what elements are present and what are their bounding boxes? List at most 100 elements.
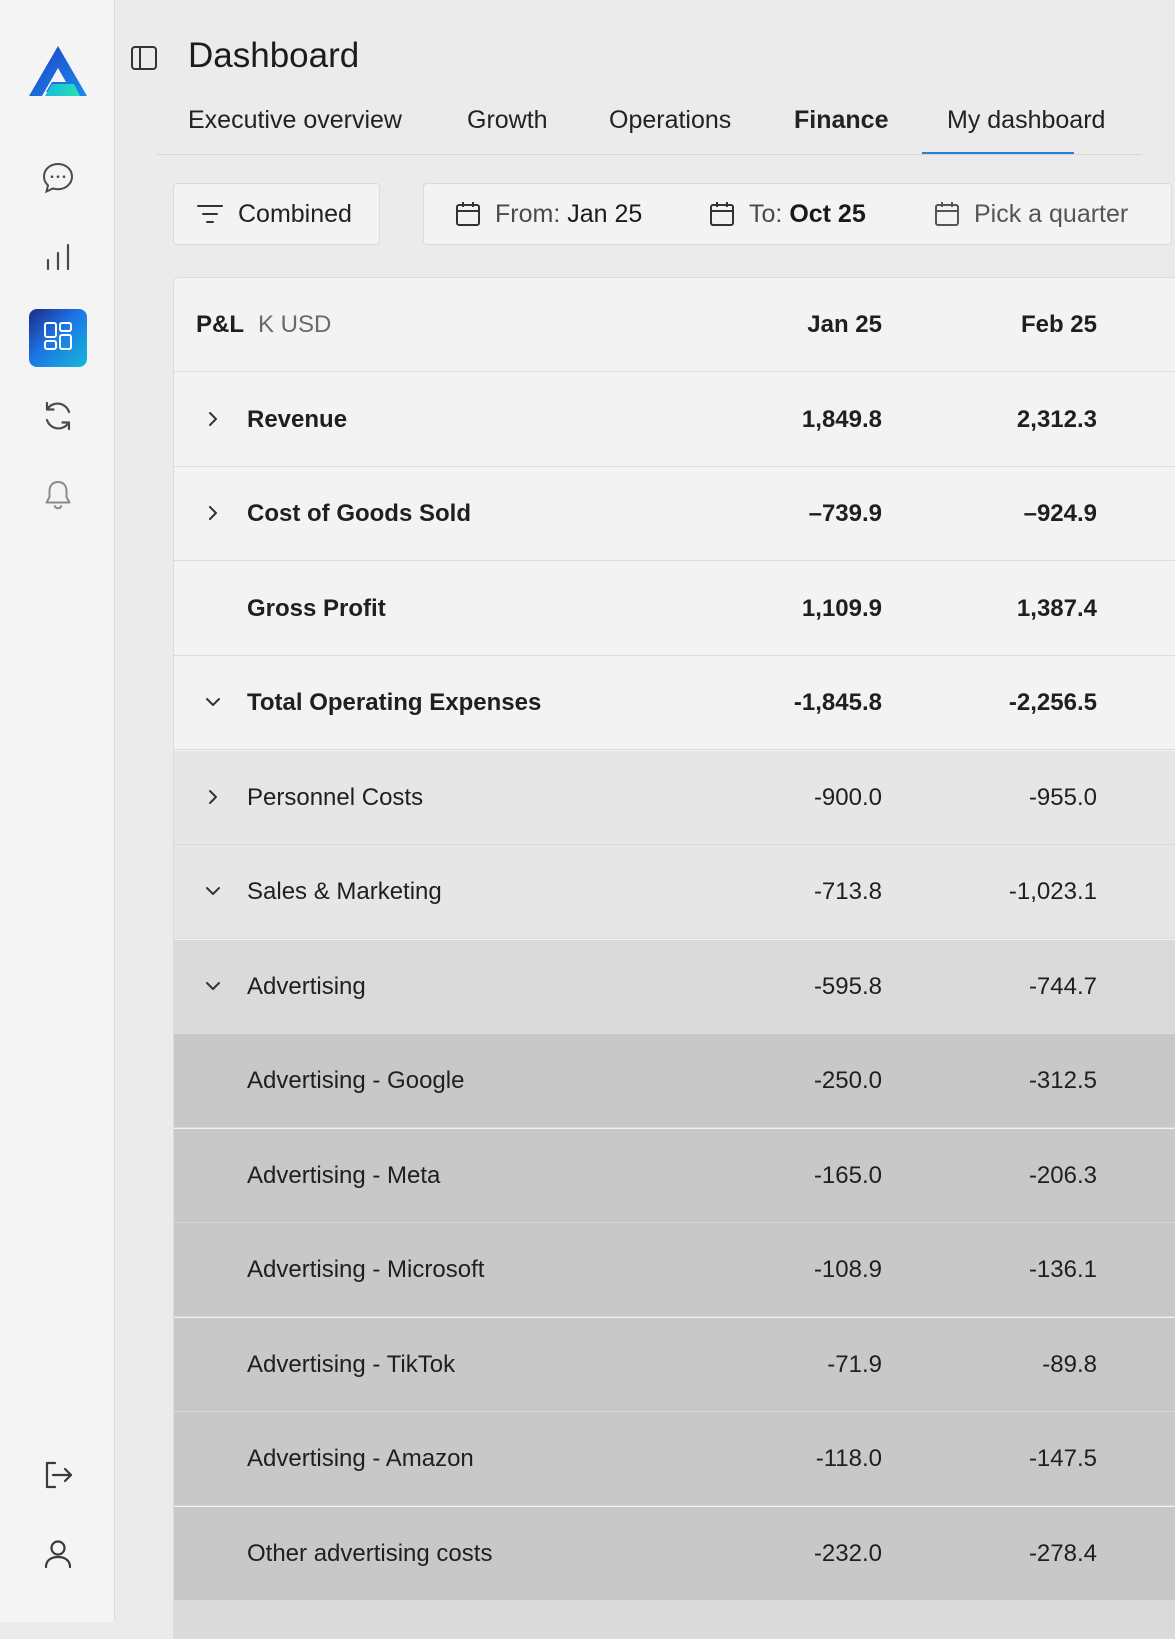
table-row: Advertising - TikTok -71.9 -89.8: [174, 1317, 1175, 1412]
sidebar-item-dashboards[interactable]: [29, 309, 87, 367]
table-row[interactable]: Advertising -595.8 -744.7: [174, 939, 1175, 1034]
table-row[interactable]: Sales & Marketing -713.8 -1,023.1: [174, 845, 1175, 939]
cell-value: -206.3: [1028, 1161, 1097, 1189]
cell-value: -278.4: [1028, 1539, 1097, 1567]
cell-value: 1,387.4: [1016, 594, 1097, 622]
cell-value: –924.9: [1023, 500, 1097, 527]
quarter-placeholder: Pick a quarter: [974, 199, 1129, 228]
cell-value: -118.0: [815, 1445, 882, 1472]
cell-value: -108.9: [813, 1256, 882, 1283]
row-label: Other advertising costs: [247, 1539, 493, 1567]
to-value: Oct 25: [789, 199, 866, 228]
cell-value: -955.0: [1028, 783, 1097, 811]
row-label: Advertising - Amazon: [247, 1445, 474, 1472]
chevron-down-icon[interactable]: [202, 975, 224, 997]
cell-value: 1,109.9: [801, 594, 882, 622]
sync-icon: [41, 399, 75, 438]
row-label: Advertising - Meta: [247, 1161, 441, 1189]
filter-icon: [196, 202, 224, 226]
sidebar: [0, 0, 115, 1622]
cell-value: -744.7: [1028, 972, 1097, 1000]
cell-value: -900.0: [813, 783, 882, 811]
table-row: Advertising - Amazon -118.0 -147.5: [174, 1412, 1175, 1506]
table-row[interactable]: Total Operating Expenses -1,845.8 -2,256.5: [174, 656, 1175, 750]
calendar-icon: [455, 201, 481, 227]
table-row: Advertising - Google -250.0 -312.5: [174, 1034, 1175, 1128]
chevron-right-icon[interactable]: [202, 502, 224, 524]
sidebar-item-sync[interactable]: [29, 389, 87, 447]
cell-value: -1,845.8: [793, 689, 882, 716]
table-title: P&L: [196, 311, 244, 338]
cell-value: -147.5: [1028, 1445, 1097, 1472]
row-label: Sales & Marketing: [247, 878, 442, 905]
table-row: Gross Profit 1,109.9 1,387.4: [174, 561, 1175, 656]
cell-value: -136.1: [1028, 1256, 1097, 1283]
cell-value: -232.0: [813, 1539, 882, 1567]
cell-value: 2,312.3: [1016, 405, 1097, 433]
cell-value: -89.8: [1042, 1350, 1097, 1378]
chevron-right-icon[interactable]: [202, 408, 224, 430]
table-header: P&L K USD Jan 25 Feb 25: [174, 278, 1175, 372]
tab-executive-overview[interactable]: Executive overview: [188, 106, 402, 135]
to-label: To:: [749, 199, 783, 228]
logout-button[interactable]: [29, 1448, 87, 1506]
view-filter-label: Combined: [238, 199, 352, 228]
table-row: [174, 1601, 1175, 1638]
bar-chart-icon: [42, 241, 74, 278]
tab-growth[interactable]: Growth: [467, 106, 548, 135]
to-date-picker[interactable]: To: Oct 25: [680, 183, 905, 245]
row-label: Advertising: [247, 972, 366, 1000]
cell-value: -713.8: [813, 878, 882, 905]
cell-value: -71.9: [827, 1350, 882, 1378]
table-unit: K USD: [258, 311, 332, 338]
row-label: Advertising - Microsoft: [247, 1256, 485, 1283]
chevron-down-icon[interactable]: [202, 691, 224, 713]
cell-value: -165.0: [813, 1161, 882, 1189]
chat-icon: [41, 161, 75, 200]
column-header[interactable]: Feb 25: [1021, 278, 1097, 372]
calendar-icon: [709, 201, 735, 227]
tab-finance[interactable]: Finance: [794, 106, 888, 135]
row-label: Cost of Goods Sold: [247, 500, 471, 527]
from-date-picker[interactable]: From: Jan 25: [423, 183, 681, 245]
row-label: Advertising - Google: [247, 1067, 465, 1094]
from-label: From:: [495, 199, 561, 228]
pnl-table: P&L K USD Jan 25 Feb 25 Revenue 1,849.8 2,…: [173, 277, 1175, 1639]
user-icon: [41, 1537, 75, 1576]
app-logo[interactable]: [28, 44, 88, 100]
cell-value: -1,023.1: [1008, 878, 1097, 905]
row-label: Gross Profit: [247, 594, 386, 622]
sidebar-item-analytics[interactable]: [29, 230, 87, 288]
column-header[interactable]: Jan 25: [807, 278, 882, 372]
profile-button[interactable]: [29, 1527, 87, 1585]
table-row[interactable]: Revenue 1,849.8 2,312.3: [174, 372, 1175, 467]
sidebar-toggle-icon[interactable]: [130, 44, 158, 72]
cell-value: 1,849.8: [801, 405, 882, 433]
chevron-right-icon[interactable]: [202, 786, 224, 808]
sidebar-item-chat[interactable]: [29, 151, 87, 209]
dashboard-icon: [42, 320, 74, 357]
cell-value: –739.9: [808, 500, 882, 527]
view-filter-button[interactable]: Combined: [173, 183, 380, 245]
active-tab-indicator: [922, 152, 1074, 154]
table-row[interactable]: Personnel Costs -900.0 -955.0: [174, 750, 1175, 845]
sidebar-item-notifications[interactable]: [29, 468, 87, 526]
page-title: Dashboard: [188, 36, 360, 75]
row-label: Revenue: [247, 405, 348, 433]
tab-operations[interactable]: Operations: [609, 106, 731, 135]
table-row[interactable]: Cost of Goods Sold –739.9 –924.9: [174, 467, 1175, 561]
quarter-picker[interactable]: Pick a quarter: [904, 183, 1172, 245]
row-label: Advertising - TikTok: [247, 1350, 456, 1378]
table-row: Other advertising costs -232.0 -278.4: [174, 1506, 1175, 1601]
calendar-icon: [934, 201, 960, 227]
table-row: Advertising - Microsoft -108.9 -136.1: [174, 1223, 1175, 1317]
row-label: Total Operating Expenses: [247, 689, 542, 716]
dashboard-tabs: Executive overview Growth Operations Fin…: [157, 98, 1142, 155]
cell-value: -312.5: [1028, 1067, 1097, 1094]
cell-value: -250.0: [813, 1067, 882, 1094]
table-row: Advertising - Meta -165.0 -206.3: [174, 1128, 1175, 1223]
cell-value: -595.8: [813, 972, 882, 1000]
tab-my-dashboard[interactable]: My dashboard: [947, 106, 1105, 135]
chevron-down-icon[interactable]: [202, 880, 224, 902]
logout-icon: [41, 1458, 75, 1497]
